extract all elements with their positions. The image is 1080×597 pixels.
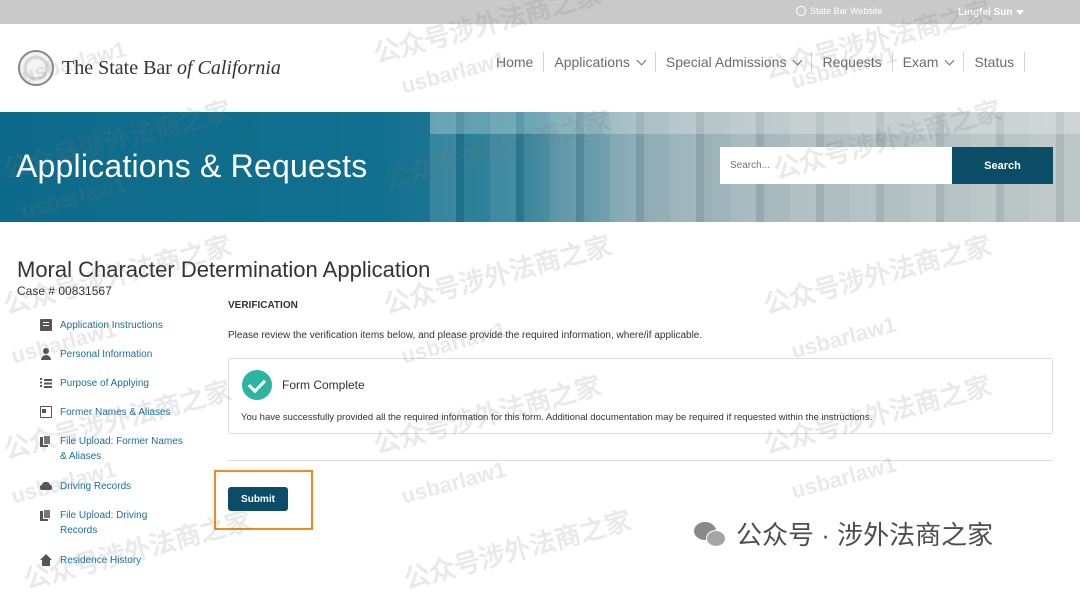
- state-seal-icon: [18, 50, 54, 86]
- watermark-text: usbarlaw1: [398, 456, 509, 509]
- watermark-text: usbarlaw1: [788, 311, 899, 364]
- main-nav: Home Applications Special Admissions Req…: [486, 52, 1026, 72]
- case-number: Case # 00831567: [17, 284, 112, 298]
- state-bar-website-label: State Bar Website: [810, 6, 883, 16]
- wechat-icon: [694, 520, 728, 548]
- verification-instructions: Please review the verification items bel…: [228, 330, 703, 341]
- nav-applications[interactable]: Applications: [544, 52, 656, 72]
- user-menu[interactable]: Lingfei Sun: [958, 7, 1025, 18]
- chevron-down-icon: [944, 55, 955, 65]
- sidebar-item-label: Residence History: [60, 555, 142, 566]
- state-bar-logo[interactable]: The State Bar of California: [18, 50, 281, 86]
- nav-special-admissions[interactable]: Special Admissions: [656, 52, 813, 72]
- divider: [228, 460, 1053, 461]
- section-title-verification: VERIFICATION: [228, 300, 298, 311]
- check-circle-icon: [242, 370, 272, 400]
- globe-icon: [796, 6, 806, 16]
- id-card-icon: [40, 406, 52, 418]
- sidebar-item-residence-history[interactable]: Residence History: [40, 553, 141, 568]
- sidebar-item-label: Former Names & Aliases: [60, 407, 171, 418]
- page-title: Moral Character Determination Applicatio…: [17, 257, 431, 282]
- wechat-brand-watermark: 公众号 · 涉外法商之家: [694, 515, 993, 552]
- nav-home[interactable]: Home: [486, 52, 545, 72]
- sidebar-item-personal-information[interactable]: Personal Information: [40, 347, 152, 362]
- sidebar-item-former-names[interactable]: Former Names & Aliases: [40, 405, 171, 420]
- state-bar-website-link[interactable]: State Bar Website: [796, 6, 882, 16]
- person-icon: [40, 348, 52, 360]
- logo-text: The State Bar of California: [62, 56, 281, 79]
- sidebar-item-label: Purpose of Applying: [60, 378, 149, 389]
- car-icon: [40, 480, 52, 492]
- watermark-text: 公众号涉外法商之家: [400, 505, 635, 595]
- watermark-text: 公众号涉外法商之家: [760, 230, 995, 320]
- sidebar-item-file-upload-former-names[interactable]: File Upload: Former Names & Aliases: [40, 434, 190, 464]
- banner-title: Applications & Requests: [16, 148, 368, 184]
- sidebar-item-purpose-of-applying[interactable]: Purpose of Applying: [40, 376, 149, 391]
- submit-button[interactable]: Submit: [228, 487, 288, 511]
- form-status-card: Form Complete You have successfully prov…: [228, 358, 1053, 434]
- search-input[interactable]: [720, 147, 952, 184]
- sidebar-item-label: File Upload: Driving Records: [60, 510, 148, 536]
- sidebar-item-label: Driving Records: [60, 481, 132, 492]
- status-title: Form Complete: [282, 378, 365, 392]
- document-icon: [40, 319, 52, 331]
- nav-exam[interactable]: Exam: [893, 52, 965, 72]
- sidebar-item-driving-records[interactable]: Driving Records: [40, 479, 131, 494]
- top-utility-bar: State Bar Website Lingfei Sun: [0, 0, 1080, 24]
- files-icon: [40, 509, 52, 521]
- chevron-down-icon: [636, 55, 647, 65]
- status-description: You have successfully provided all the r…: [241, 412, 873, 423]
- nav-requests[interactable]: Requests: [812, 52, 893, 72]
- brand-watermark-text: 公众号 · 涉外法商之家: [736, 520, 994, 550]
- home-icon: [40, 554, 52, 566]
- list-icon: [40, 377, 52, 389]
- sidebar-item-file-upload-driving-records[interactable]: File Upload: Driving Records: [40, 508, 170, 538]
- hero-banner: Applications & Requests Search: [0, 112, 1080, 222]
- files-icon: [40, 435, 52, 447]
- sidebar-item-label: Personal Information: [60, 349, 153, 360]
- sidebar-item-label: File Upload: Former Names & Aliases: [60, 436, 183, 462]
- sidebar-item-application-instructions[interactable]: Application Instructions: [40, 318, 163, 333]
- search-button[interactable]: Search: [952, 147, 1053, 184]
- caret-down-icon: [1016, 10, 1025, 15]
- chevron-down-icon: [793, 55, 803, 65]
- user-name: Lingfei Sun: [958, 7, 1013, 18]
- nav-status[interactable]: Status: [964, 52, 1026, 72]
- site-header: The State Bar of California Home Applica…: [0, 24, 1080, 112]
- sidebar-item-label: Application Instructions: [60, 320, 163, 331]
